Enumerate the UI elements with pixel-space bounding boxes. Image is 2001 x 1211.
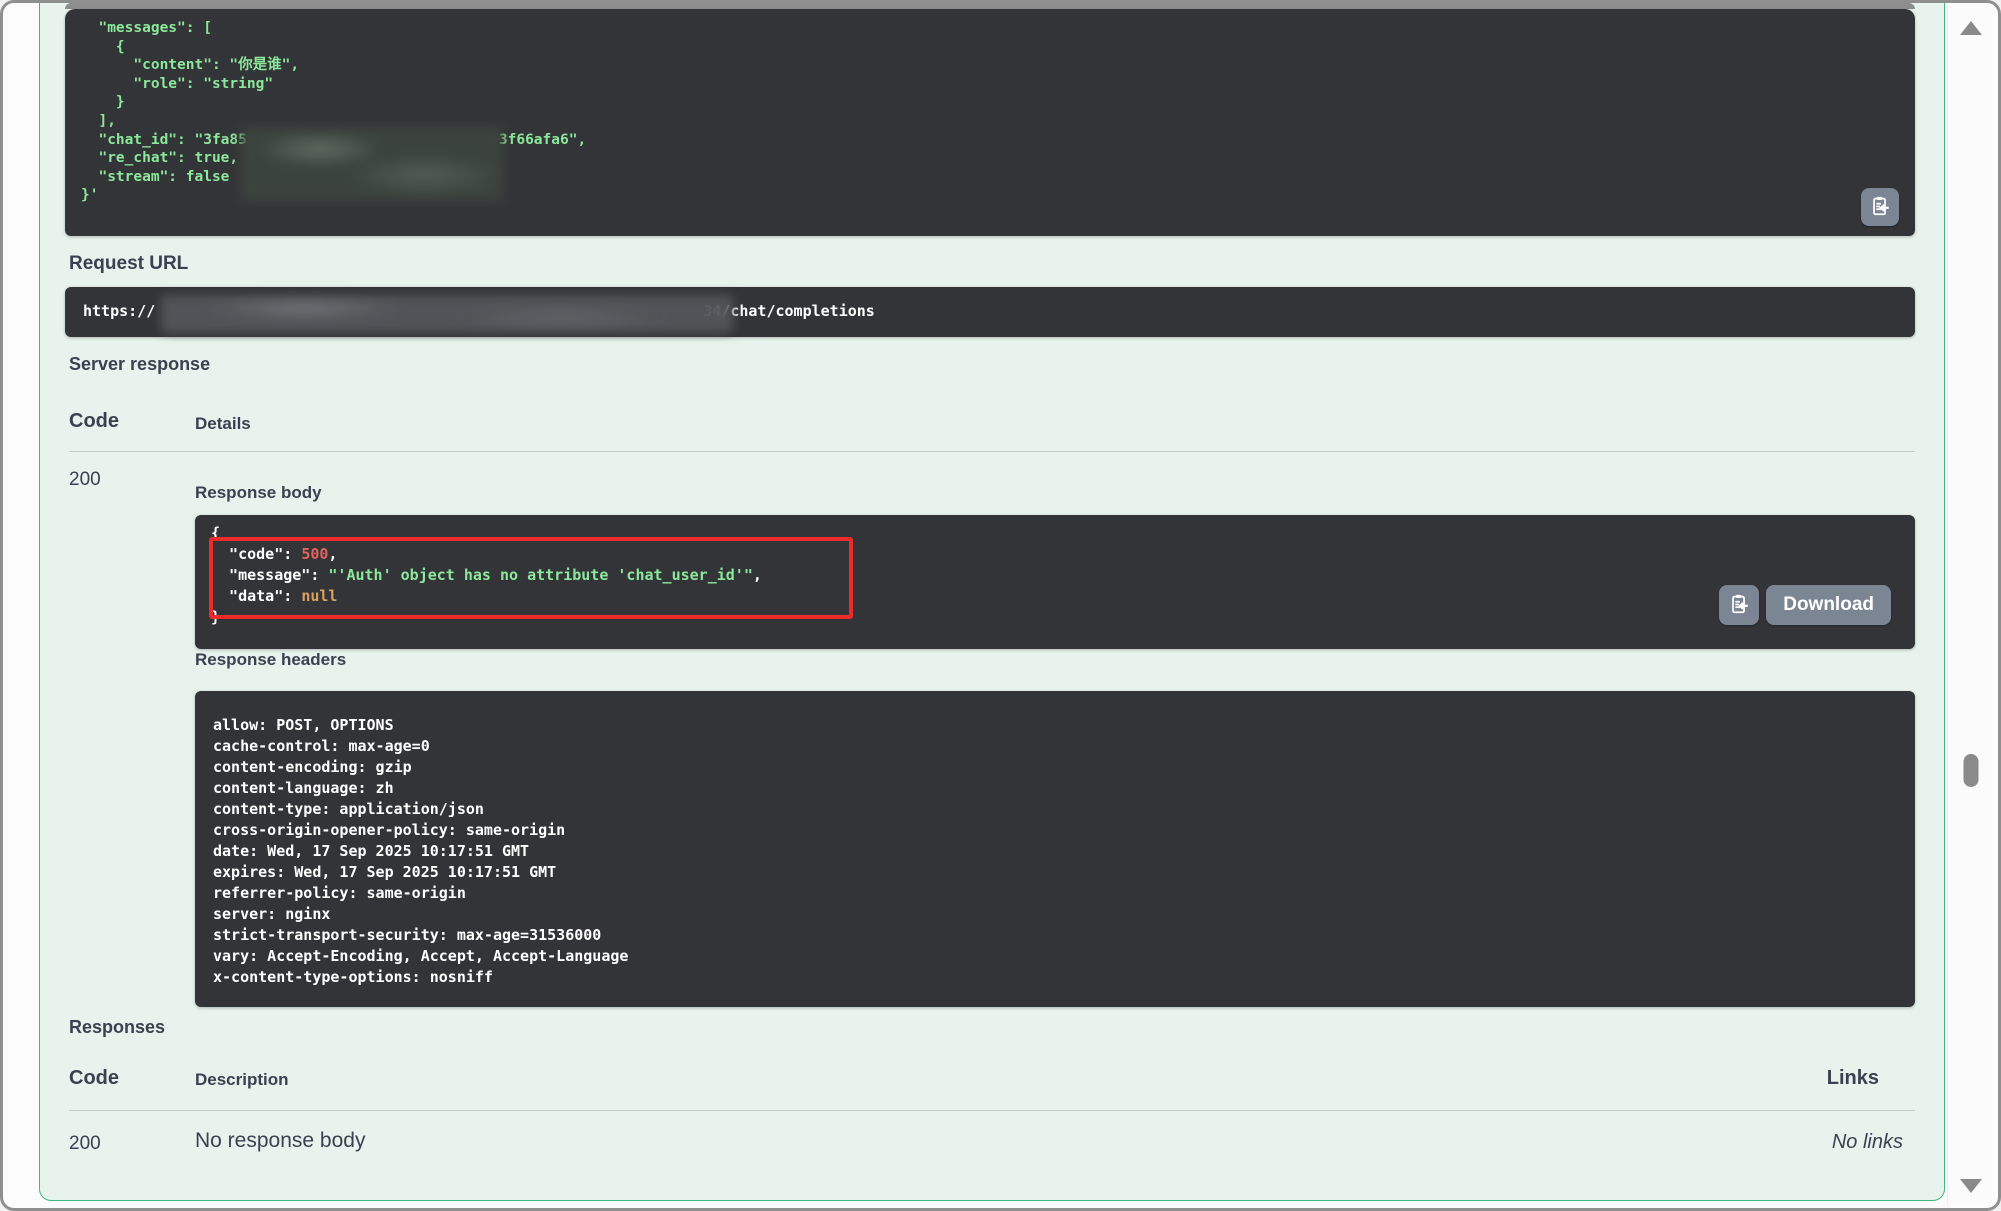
column-code: Code: [69, 410, 119, 433]
vertical-scrollbar[interactable]: [1947, 6, 1993, 1205]
column-code-responses: Code: [69, 1067, 119, 1090]
response-body-entries: "code": 500, "message": "'Auth' object h…: [211, 544, 1899, 607]
table-divider-responses: [69, 1110, 1915, 1111]
responses-label: Responses: [69, 1017, 165, 1038]
copy-request-button[interactable]: [1861, 188, 1899, 226]
header-line: strict-transport-security: max-age=31536…: [213, 925, 1897, 946]
column-details: Details: [195, 414, 251, 434]
swagger-operation-screen: "messages": [ { "content": "你是谁", "role"…: [0, 0, 2001, 1211]
column-links: Links: [1827, 1067, 1879, 1090]
header-line: cache-control: max-age=0: [213, 736, 1897, 757]
header-line: x-content-type-options: nosniff: [213, 967, 1897, 988]
header-line: date: Wed, 17 Sep 2025 10:17:51 GMT: [213, 841, 1897, 862]
clipboard-copy-icon: [1869, 195, 1891, 220]
responses-row-description: No response body: [195, 1129, 365, 1153]
url-redaction-blur: [155, 305, 715, 320]
column-description: Description: [195, 1070, 289, 1090]
code-line: "chat_id": "3fa853f66afa6",: [81, 131, 1899, 150]
code-line: "role": "string": [81, 75, 1899, 94]
response-headers-label: Response headers: [195, 650, 346, 670]
clipboard-copy-icon: [1728, 593, 1750, 618]
header-line: server: nginx: [213, 904, 1897, 925]
json-entry: "code": 500,: [211, 544, 1899, 565]
copy-response-button[interactable]: [1719, 585, 1759, 625]
response-header-lines: allow: POST, OPTIONScache-control: max-a…: [213, 715, 1897, 988]
json-open-brace: {: [211, 523, 1899, 544]
request-body-lines: "messages": [ { "content": "你是谁", "role"…: [81, 19, 1899, 205]
request-url-block: https://34/chat/completions: [65, 287, 1915, 337]
header-line: cross-origin-opener-policy: same-origin: [213, 820, 1897, 841]
scroll-down-icon[interactable]: [1960, 1179, 1982, 1193]
browser-window: "messages": [ { "content": "你是谁", "role"…: [0, 0, 2001, 1211]
table-divider: [69, 451, 1915, 452]
header-line: content-language: zh: [213, 778, 1897, 799]
request-url-label: Request URL: [69, 253, 188, 275]
responses-row-code: 200: [69, 1133, 101, 1155]
code-line: "messages": [: [81, 19, 1899, 38]
json-entry: "data": null: [211, 586, 1899, 607]
json-close-brace: }: [211, 607, 1899, 628]
request-url-text: https://34/chat/completions: [83, 302, 1897, 320]
server-response-label: Server response: [69, 354, 210, 375]
header-line: referrer-policy: same-origin: [213, 883, 1897, 904]
download-button[interactable]: Download: [1766, 585, 1891, 625]
code-line: "content": "你是谁",: [81, 56, 1899, 75]
header-line: expires: Wed, 17 Sep 2025 10:17:51 GMT: [213, 862, 1897, 883]
redaction-blur: [247, 135, 499, 150]
code-line: }: [81, 93, 1899, 112]
status-code: 200: [69, 469, 101, 491]
header-line: allow: POST, OPTIONS: [213, 715, 1897, 736]
header-line: vary: Accept-Encoding, Accept, Accept-La…: [213, 946, 1897, 967]
responses-row-links: No links: [1832, 1131, 1903, 1154]
json-entry: "message": "'Auth' object has no attribu…: [211, 565, 1899, 586]
response-body-block: { "code": 500, "message": "'Auth' object…: [195, 515, 1915, 649]
header-line: content-type: application/json: [213, 799, 1897, 820]
scrollbar-thumb[interactable]: [1963, 754, 1978, 787]
scroll-up-icon[interactable]: [1960, 21, 1982, 35]
response-headers-block: allow: POST, OPTIONScache-control: max-a…: [195, 691, 1915, 1007]
code-line: {: [81, 38, 1899, 57]
request-body-code-block: "messages": [ { "content": "你是谁", "role"…: [65, 9, 1915, 236]
header-line: content-encoding: gzip: [213, 757, 1897, 778]
response-body-label: Response body: [195, 483, 322, 503]
